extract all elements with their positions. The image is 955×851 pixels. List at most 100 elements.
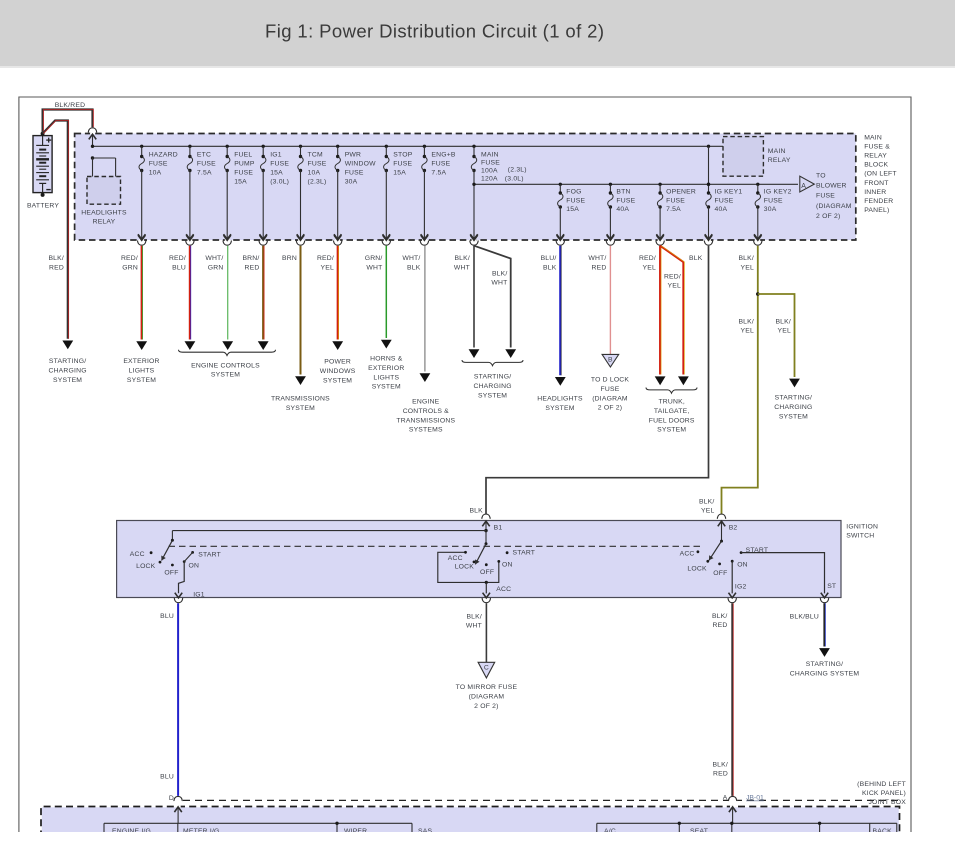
svg-text:ETC: ETC: [197, 152, 211, 159]
svg-text:WHT: WHT: [466, 623, 482, 630]
svg-text:(DIAGRAM: (DIAGRAM: [592, 395, 628, 402]
svg-text:BLK/BLU: BLK/BLU: [790, 613, 819, 620]
svg-text:STARTING/: STARTING/: [806, 661, 843, 668]
svg-text:(2.3L): (2.3L): [508, 167, 527, 174]
svg-text:RED: RED: [713, 771, 728, 778]
svg-text:INNER: INNER: [864, 189, 886, 196]
svg-text:TRANSMISSIONS: TRANSMISSIONS: [271, 396, 330, 403]
svg-text:IGNITION: IGNITION: [846, 524, 878, 531]
svg-text:SYSTEM: SYSTEM: [53, 377, 82, 384]
svg-text:GRN: GRN: [208, 264, 224, 271]
svg-text:MAIN: MAIN: [864, 134, 882, 141]
svg-text:POWER: POWER: [324, 359, 351, 366]
svg-text:HEADLIGHTS: HEADLIGHTS: [81, 209, 127, 216]
svg-text:(DIAGRAM: (DIAGRAM: [469, 693, 505, 700]
svg-text:WHT: WHT: [454, 264, 470, 271]
svg-text:TO MIRROR FUSE: TO MIRROR FUSE: [456, 684, 518, 691]
svg-text:PWR: PWR: [345, 152, 361, 159]
svg-text:ENGINE: ENGINE: [412, 399, 440, 406]
svg-text:SYSTEM: SYSTEM: [478, 392, 507, 399]
svg-text:STARTING/: STARTING/: [474, 374, 511, 381]
svg-text:ACC: ACC: [496, 586, 511, 593]
svg-text:IG1: IG1: [193, 592, 205, 599]
svg-text:PANEL): PANEL): [864, 207, 889, 214]
svg-text:10A: 10A: [308, 169, 321, 176]
svg-text:WHT: WHT: [491, 280, 507, 287]
svg-text:BLK: BLK: [469, 508, 483, 515]
svg-text:LIGHTS: LIGHTS: [373, 374, 399, 381]
svg-text:OPENER: OPENER: [666, 188, 696, 195]
svg-text:START: START: [513, 550, 536, 557]
svg-text:HEADLIGHTS: HEADLIGHTS: [537, 396, 583, 403]
svg-text:YEL: YEL: [701, 507, 714, 514]
svg-text:(DIAGRAM: (DIAGRAM: [816, 203, 852, 210]
svg-text:15A: 15A: [270, 169, 283, 176]
svg-text:FUSE: FUSE: [666, 197, 685, 204]
svg-text:B2: B2: [729, 525, 738, 532]
svg-text:(BEHIND LEFT: (BEHIND LEFT: [857, 781, 906, 788]
svg-text:B: B: [608, 357, 613, 364]
svg-text:ENGINE CONTROLS: ENGINE CONTROLS: [191, 362, 260, 369]
svg-text:BLK/: BLK/: [48, 255, 64, 262]
svg-text:LOCK: LOCK: [687, 566, 707, 573]
svg-text:ST: ST: [827, 583, 836, 590]
svg-text:CHARGING: CHARGING: [473, 383, 511, 390]
svg-text:TAILGATE,: TAILGATE,: [654, 408, 690, 415]
svg-text:SYSTEM: SYSTEM: [545, 405, 574, 412]
svg-text:2 OF 2): 2 OF 2): [816, 213, 840, 220]
svg-text:YEL: YEL: [668, 283, 681, 290]
svg-text:10A: 10A: [149, 169, 162, 176]
svg-text:BTN: BTN: [616, 188, 630, 195]
svg-text:TO: TO: [816, 173, 826, 180]
svg-text:YEL: YEL: [321, 264, 334, 271]
svg-text:OFF: OFF: [480, 569, 494, 576]
svg-text:BLU: BLU: [160, 774, 174, 781]
svg-text:ON: ON: [189, 563, 200, 570]
svg-text:BLU: BLU: [172, 264, 186, 271]
svg-text:FUSE: FUSE: [715, 197, 734, 204]
svg-text:FUSE: FUSE: [616, 197, 635, 204]
svg-text:RED/: RED/: [169, 255, 186, 262]
svg-text:GRN: GRN: [122, 264, 138, 271]
svg-text:40A: 40A: [715, 206, 728, 213]
svg-text:ON: ON: [502, 562, 513, 569]
svg-text:WHT: WHT: [366, 264, 382, 271]
svg-text:RED: RED: [713, 622, 728, 629]
svg-text:RED: RED: [49, 264, 64, 271]
svg-text:SYSTEM: SYSTEM: [211, 372, 240, 379]
svg-text:BLOWER: BLOWER: [816, 183, 847, 190]
svg-text:120A: 120A: [481, 175, 498, 182]
svg-text:WHT/: WHT/: [205, 255, 223, 262]
svg-text:D: D: [169, 795, 174, 802]
svg-text:(3.0L): (3.0L): [505, 175, 524, 182]
svg-text:40A: 40A: [616, 206, 629, 213]
svg-text:WINDOWS: WINDOWS: [320, 368, 356, 375]
svg-text:SYSTEM: SYSTEM: [372, 384, 401, 391]
svg-text:FUSE: FUSE: [234, 169, 253, 176]
svg-text:CHARGING: CHARGING: [774, 404, 812, 411]
svg-text:TO D LOCK: TO D LOCK: [591, 377, 630, 384]
svg-text:RED/: RED/: [317, 255, 334, 262]
svg-text:EXTERIOR: EXTERIOR: [123, 358, 159, 365]
svg-text:BLK/: BLK/: [712, 613, 728, 620]
svg-text:FUEL: FUEL: [234, 152, 252, 159]
svg-text:ACC: ACC: [130, 551, 145, 558]
svg-text:FUSE: FUSE: [197, 161, 216, 168]
svg-text:PUMP: PUMP: [234, 161, 255, 168]
svg-text:CHARGING SYSTEM: CHARGING SYSTEM: [790, 670, 860, 677]
svg-text:LOCK: LOCK: [455, 564, 475, 571]
svg-text:YEL: YEL: [741, 328, 754, 335]
svg-text:A: A: [801, 183, 806, 190]
svg-text:IG1: IG1: [270, 152, 282, 159]
svg-text:30A: 30A: [764, 206, 777, 213]
svg-text:30A: 30A: [345, 178, 358, 185]
svg-text:GRN/: GRN/: [365, 255, 383, 262]
svg-text:BLOCK: BLOCK: [864, 162, 888, 169]
svg-text:FUSE: FUSE: [566, 197, 585, 204]
svg-text:2 OF 2): 2 OF 2): [474, 703, 498, 710]
svg-text:KICK PANEL): KICK PANEL): [862, 790, 906, 797]
svg-text:FUSE: FUSE: [149, 161, 168, 168]
svg-text:BATTERY: BATTERY: [27, 203, 59, 210]
svg-text:BLK/: BLK/: [738, 255, 754, 262]
svg-text:WHT/: WHT/: [402, 255, 420, 262]
